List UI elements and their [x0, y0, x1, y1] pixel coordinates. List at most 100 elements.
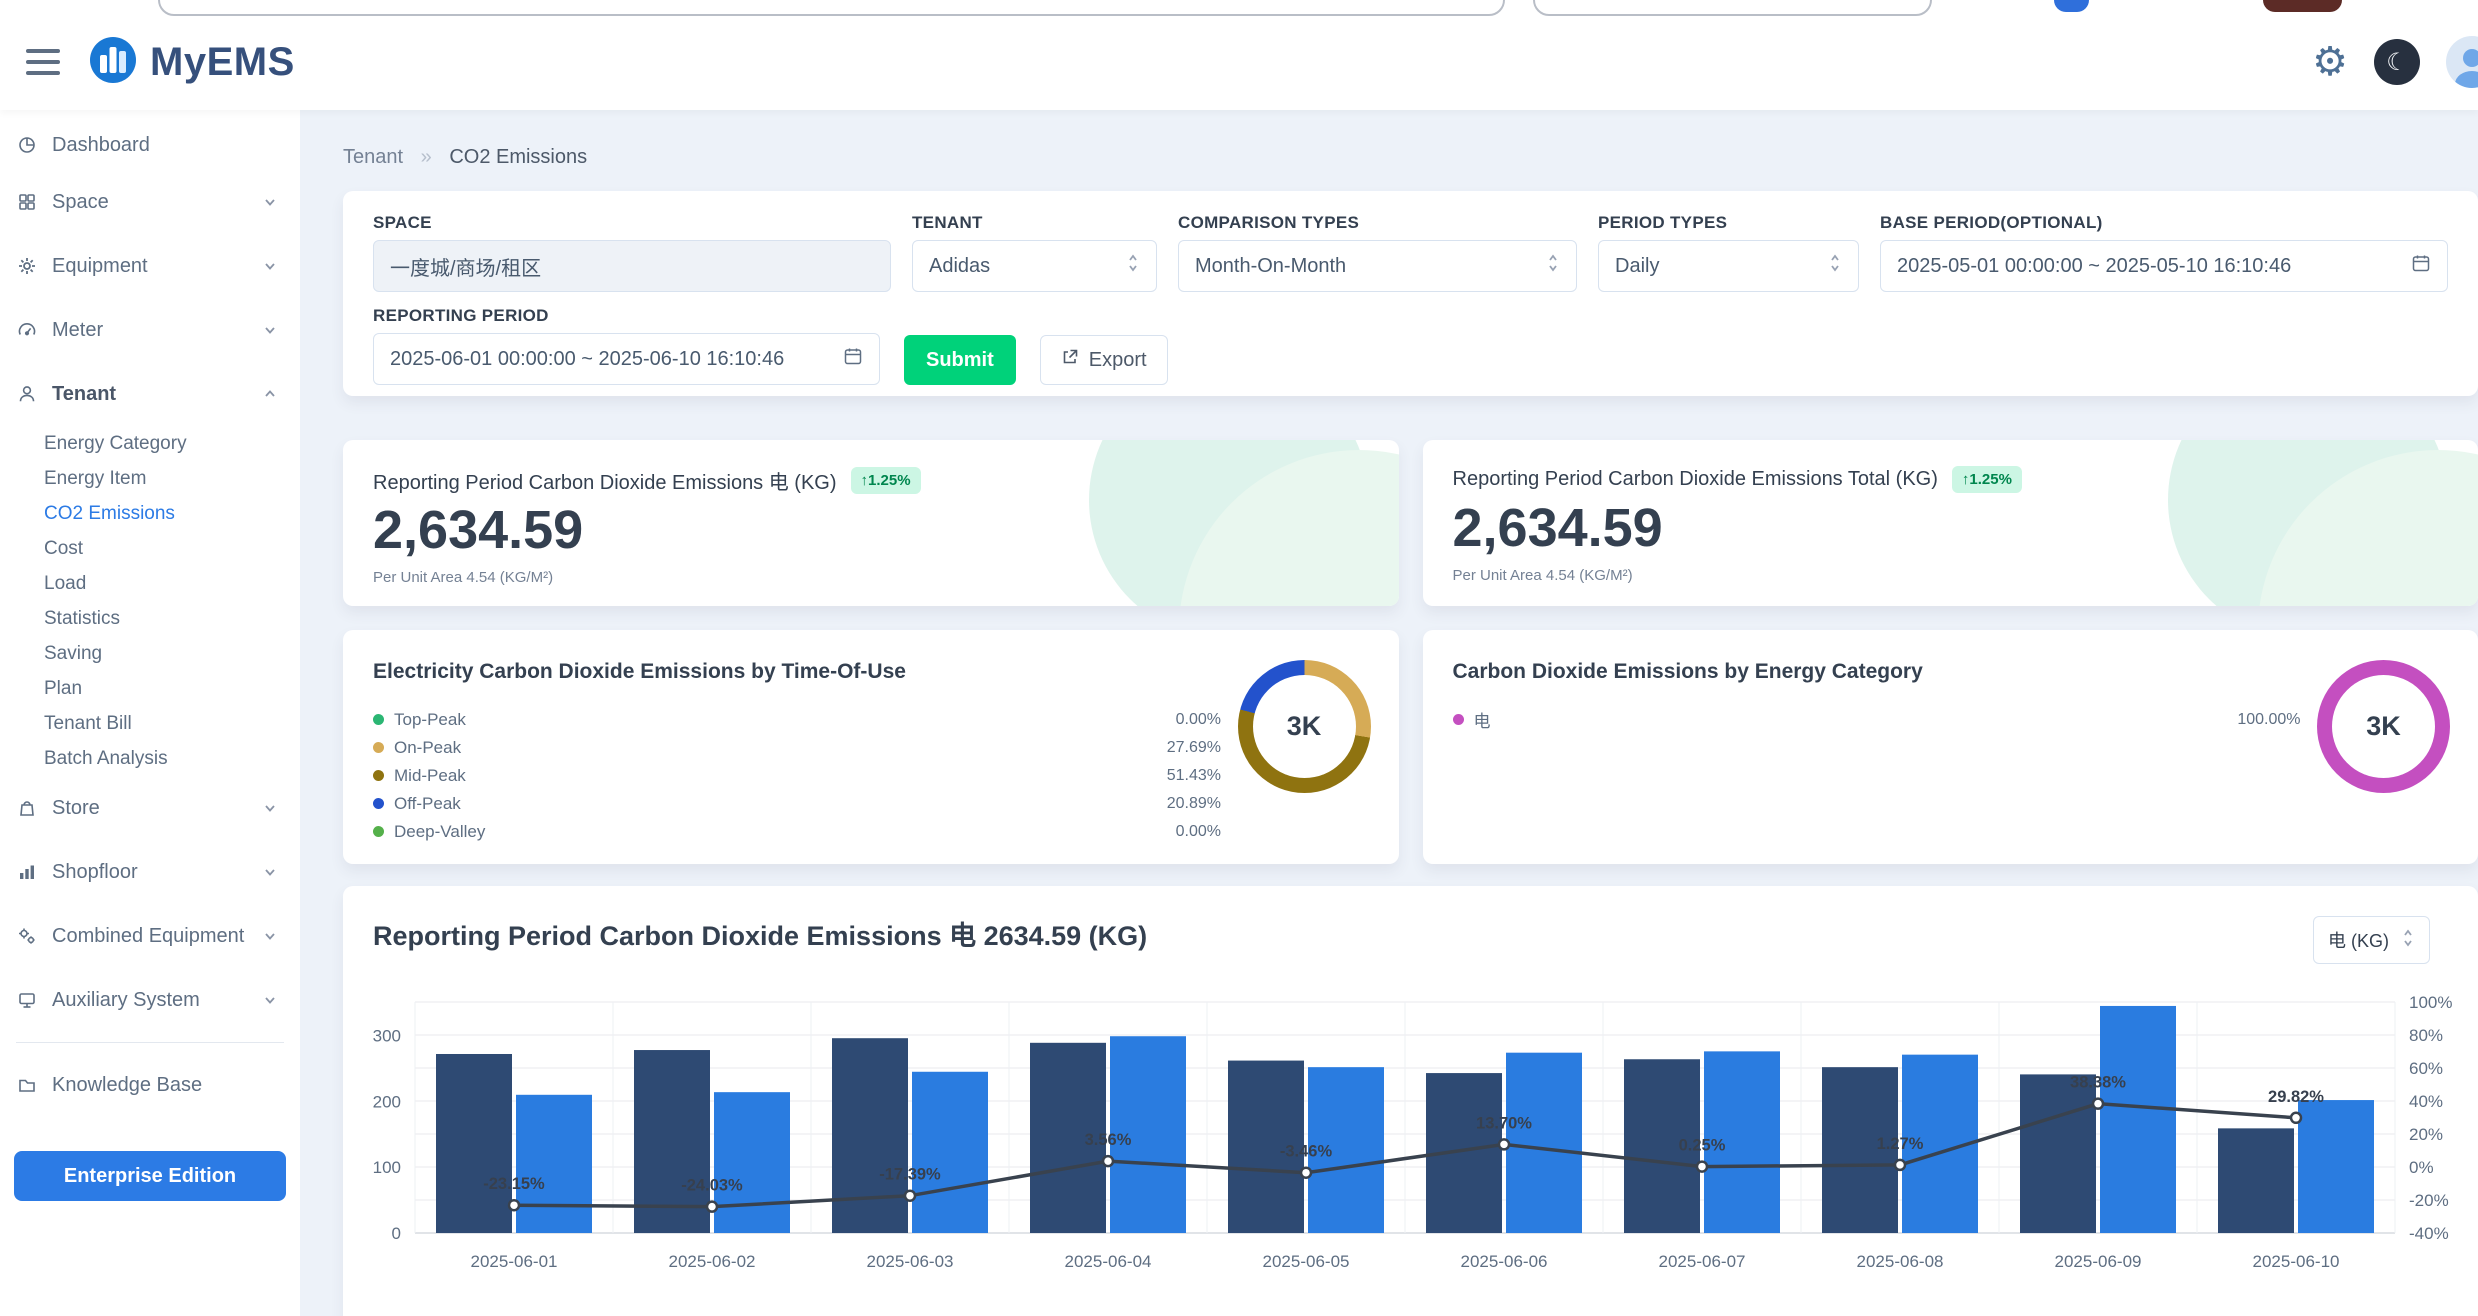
- energy-category-donut-card: Carbon Dioxide Emissions by Energy Categ…: [1423, 630, 2478, 864]
- legend-label: Off-Peak: [394, 794, 461, 814]
- knowledge-base-icon: [14, 1075, 40, 1095]
- svg-text:2025-06-03: 2025-06-03: [867, 1252, 954, 1271]
- breadcrumb-parent[interactable]: Tenant: [343, 146, 403, 168]
- sidebar-item-combined-equipment[interactable]: Combined Equipment: [14, 904, 286, 968]
- meter-icon: [14, 320, 40, 340]
- sidebar-item-label: Dashboard: [52, 134, 286, 157]
- myems-logo-icon: [88, 35, 138, 90]
- sidebar-subitem-tenant-bill[interactable]: Tenant Bill: [14, 706, 286, 741]
- sidebar-item-equipment[interactable]: Equipment: [14, 234, 286, 298]
- sidebar-item-meter[interactable]: Meter: [14, 298, 286, 362]
- sidebar-item-label: Auxiliary System: [52, 989, 262, 1012]
- sidebar-subitem-plan[interactable]: Plan: [14, 671, 286, 706]
- equipment-icon: [14, 256, 40, 276]
- select-arrows-icon: [1546, 251, 1560, 281]
- legend-item: Off-Peak20.89%: [373, 794, 1221, 813]
- reporting-period-value: 2025-06-01 00:00:00 ~ 2025-06-10 16:10:4…: [390, 348, 784, 371]
- svg-text:3.56%: 3.56%: [1085, 1131, 1132, 1149]
- sidebar-item-store[interactable]: Store: [14, 776, 286, 840]
- unit-select[interactable]: 电 (KG): [2313, 916, 2430, 964]
- tenant-label: TENANT: [912, 213, 1157, 233]
- sidebar-item-dashboard[interactable]: Dashboard: [14, 120, 286, 170]
- energy-category-legend: 电100.00%: [1453, 710, 2301, 729]
- sidebar-item-label: Combined Equipment: [52, 925, 262, 948]
- base-period-value: 2025-05-01 00:00:00 ~ 2025-05-10 16:10:4…: [1897, 255, 2291, 278]
- summary-subtitle: Per Unit Area 4.54 (KG/M²): [1453, 567, 2478, 584]
- legend-item: 电100.00%: [1453, 710, 2301, 729]
- export-button[interactable]: Export: [1040, 335, 1168, 385]
- brand-name: MyEMS: [150, 40, 295, 85]
- user-avatar[interactable]: [2446, 36, 2478, 88]
- chevron-down-icon: [262, 800, 278, 816]
- sidebar-item-label: Store: [52, 797, 262, 820]
- tenant-select[interactable]: Adidas: [912, 240, 1157, 292]
- sidebar-subitem-co2-emissions[interactable]: CO2 Emissions: [14, 496, 286, 531]
- summary-card-total: Reporting Period Carbon Dioxide Emission…: [1423, 440, 2478, 606]
- settings-gear-icon[interactable]: ⚙: [2312, 42, 2348, 82]
- filter-panel: SPACE 一度城/商场/租区 TENANT Adidas COMPARISON…: [343, 191, 2478, 396]
- chevron-down-icon: [262, 194, 278, 210]
- enterprise-edition-button[interactable]: Enterprise Edition: [14, 1151, 286, 1201]
- submit-button[interactable]: Submit: [904, 335, 1016, 385]
- top-navbar: MyEMS ⚙ ☾: [0, 14, 2478, 110]
- svg-text:0: 0: [392, 1224, 401, 1243]
- shopfloor-icon: [14, 862, 40, 882]
- space-label: SPACE: [373, 213, 891, 233]
- summary-cards-row: Reporting Period Carbon Dioxide Emission…: [343, 440, 2478, 606]
- sidebar-item-auxiliary-system[interactable]: Auxiliary System: [14, 968, 286, 1032]
- summary-value: 2,634.59: [1453, 497, 2478, 559]
- sidebar-item-shopfloor[interactable]: Shopfloor: [14, 840, 286, 904]
- svg-text:1.27%: 1.27%: [1877, 1135, 1924, 1153]
- sidebar-subitem-energy-item[interactable]: Energy Item: [14, 461, 286, 496]
- energy-category-chart-title: Carbon Dioxide Emissions by Energy Categ…: [1453, 660, 2478, 684]
- theme-toggle-icon[interactable]: ☾: [2374, 39, 2420, 85]
- cutoff-inputbar: [1533, 0, 1932, 16]
- svg-text:-3.46%: -3.46%: [1280, 1143, 1333, 1161]
- chevron-down-icon: [262, 928, 278, 944]
- svg-text:29.82%: 29.82%: [2268, 1088, 2324, 1106]
- svg-text:0.25%: 0.25%: [1679, 1137, 1726, 1155]
- space-input[interactable]: 一度城/商场/租区: [373, 240, 891, 292]
- svg-text:300: 300: [373, 1027, 401, 1046]
- sidebar-subitem-cost[interactable]: Cost: [14, 531, 286, 566]
- sidebar-subitem-energy-category[interactable]: Energy Category: [14, 426, 286, 461]
- svg-text:38.38%: 38.38%: [2070, 1074, 2126, 1092]
- sidebar-item-knowledge-base[interactable]: Knowledge Base: [14, 1053, 286, 1117]
- tou-donut-chart: 3K: [1238, 660, 1371, 793]
- legend-value: 100.00%: [2237, 711, 2300, 729]
- reporting-period-input[interactable]: 2025-06-01 00:00:00 ~ 2025-06-10 16:10:4…: [373, 333, 880, 385]
- legend-item: Deep-Valley0.00%: [373, 822, 1221, 841]
- sidebar-subitem-saving[interactable]: Saving: [14, 636, 286, 671]
- auxiliary-system-icon: [14, 990, 40, 1010]
- period-types-select[interactable]: Daily: [1598, 240, 1859, 292]
- hamburger-menu-icon[interactable]: [26, 49, 60, 75]
- svg-text:2025-06-04: 2025-06-04: [1065, 1252, 1152, 1271]
- donut-cards-row: Electricity Carbon Dioxide Emissions by …: [343, 630, 2478, 864]
- dashboard-icon: [14, 135, 40, 155]
- brand-logo[interactable]: MyEMS: [88, 35, 295, 90]
- legend-label: Deep-Valley: [394, 822, 485, 842]
- trend-badge: ↑1.25%: [851, 467, 921, 494]
- breadcrumb: Tenant » CO2 Emissions: [343, 146, 2478, 169]
- tou-chart-title: Electricity Carbon Dioxide Emissions by …: [373, 660, 1399, 684]
- breadcrumb-separator: »: [421, 146, 432, 168]
- combined-equipment-icon: [14, 926, 40, 946]
- legend-dot: [373, 714, 384, 725]
- navbar-actions: ⚙ ☾: [2312, 36, 2478, 88]
- sidebar-item-space[interactable]: Space: [14, 170, 286, 234]
- svg-text:-17.39%: -17.39%: [879, 1166, 941, 1184]
- sidebar-subitem-batch-analysis[interactable]: Batch Analysis: [14, 741, 286, 776]
- legend-value: 51.43%: [1167, 767, 1221, 785]
- sidebar-item-tenant[interactable]: Tenant: [14, 362, 286, 426]
- tenant-value: Adidas: [929, 255, 990, 278]
- sidebar-subitem-statistics[interactable]: Statistics: [14, 601, 286, 636]
- comparison-select[interactable]: Month-On-Month: [1178, 240, 1577, 292]
- emissions-bar-chart-card: Reporting Period Carbon Dioxide Emission…: [343, 886, 2478, 1316]
- base-period-input[interactable]: 2025-05-01 00:00:00 ~ 2025-05-10 16:10:4…: [1880, 240, 2448, 292]
- space-value: 一度城/商场/租区: [390, 252, 541, 281]
- chevron-down-icon: [262, 864, 278, 880]
- svg-text:100: 100: [373, 1158, 401, 1177]
- svg-text:2025-06-05: 2025-06-05: [1263, 1252, 1350, 1271]
- svg-text:80%: 80%: [2409, 1026, 2443, 1045]
- sidebar-subitem-load[interactable]: Load: [14, 566, 286, 601]
